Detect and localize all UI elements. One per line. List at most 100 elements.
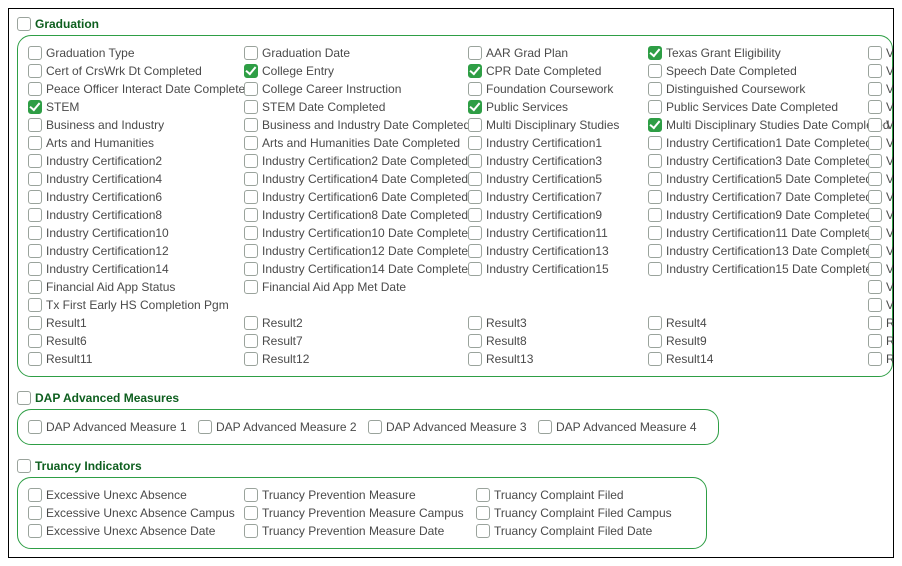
checkbox-r14[interactable]	[648, 352, 662, 366]
checkbox-bidc[interactable]	[244, 118, 258, 132]
checkbox-ic9dc[interactable]	[648, 208, 662, 222]
checkbox-graduation-all[interactable]	[17, 17, 31, 31]
checkbox-v12[interactable]	[868, 244, 882, 258]
checkbox-v13[interactable]	[868, 262, 882, 276]
checkbox-tcfc[interactable]	[476, 506, 490, 520]
checkbox-dap4[interactable]	[538, 420, 552, 434]
checkbox-r1[interactable]	[28, 316, 42, 330]
checkbox-ic5dc[interactable]	[648, 172, 662, 186]
checkbox-speech[interactable]	[648, 64, 662, 78]
checkbox-r4[interactable]	[648, 316, 662, 330]
checkbox-ic8dc[interactable]	[244, 208, 258, 222]
checkbox-grad_date[interactable]	[244, 46, 258, 60]
checkbox-ic6dc[interactable]	[244, 190, 258, 204]
checkbox-ic3dc[interactable]	[648, 154, 662, 168]
checkbox-ic2[interactable]	[28, 154, 42, 168]
checkbox-aar[interactable]	[468, 46, 482, 60]
checkbox-truancy-all[interactable]	[17, 459, 31, 473]
checkbox-ic2dc[interactable]	[244, 154, 258, 168]
checkbox-ic14dc[interactable]	[244, 262, 258, 276]
checkbox-ic7[interactable]	[468, 190, 482, 204]
checkbox-ah[interactable]	[28, 136, 42, 150]
checkbox-pubserv[interactable]	[468, 100, 482, 114]
checkbox-v3[interactable]	[868, 82, 882, 96]
checkbox-ic15[interactable]	[468, 262, 482, 276]
checkbox-tcfd[interactable]	[476, 524, 490, 538]
checkbox-ic3[interactable]	[468, 154, 482, 168]
checkbox-r13[interactable]	[468, 352, 482, 366]
checkbox-faam[interactable]	[244, 280, 258, 294]
checkbox-v15[interactable]	[868, 298, 882, 312]
checkbox-peace[interactable]	[28, 82, 42, 96]
checkbox-r6[interactable]	[28, 334, 42, 348]
checkbox-ic12dc[interactable]	[244, 244, 258, 258]
checkbox-v14[interactable]	[868, 280, 882, 294]
checkbox-dap1[interactable]	[28, 420, 42, 434]
checkbox-ic1[interactable]	[468, 136, 482, 150]
checkbox-tpm[interactable]	[244, 488, 258, 502]
checkbox-v2[interactable]	[868, 64, 882, 78]
checkbox-ic15dc[interactable]	[648, 262, 662, 276]
checkbox-r8[interactable]	[468, 334, 482, 348]
checkbox-r9[interactable]	[648, 334, 662, 348]
checkbox-ic10[interactable]	[28, 226, 42, 240]
checkbox-cpr[interactable]	[468, 64, 482, 78]
checkbox-v1[interactable]	[868, 46, 882, 60]
checkbox-v11[interactable]	[868, 226, 882, 240]
checkbox-dap2[interactable]	[198, 420, 212, 434]
checkbox-v10[interactable]	[868, 208, 882, 222]
checkbox-ic1dc[interactable]	[648, 136, 662, 150]
checkbox-ic10dc[interactable]	[244, 226, 258, 240]
checkbox-r12[interactable]	[244, 352, 258, 366]
checkbox-ic4[interactable]	[28, 172, 42, 186]
checkbox-dap-all[interactable]	[17, 391, 31, 405]
checkbox-v5[interactable]	[868, 118, 882, 132]
checkbox-mdsdc[interactable]	[648, 118, 662, 132]
checkbox-ic14[interactable]	[28, 262, 42, 276]
checkbox-ic8[interactable]	[28, 208, 42, 222]
checkbox-r3[interactable]	[468, 316, 482, 330]
checkbox-euad[interactable]	[28, 524, 42, 538]
checkbox-ic5[interactable]	[468, 172, 482, 186]
checkbox-tcf[interactable]	[476, 488, 490, 502]
checkbox-ahdc[interactable]	[244, 136, 258, 150]
checkbox-r10[interactable]	[868, 334, 882, 348]
checkbox-pubservdc[interactable]	[648, 100, 662, 114]
checkbox-stemdc[interactable]	[244, 100, 258, 114]
checkbox-euac[interactable]	[28, 506, 42, 520]
checkbox-stem[interactable]	[28, 100, 42, 114]
checkbox-ic13[interactable]	[468, 244, 482, 258]
checkbox-ic12[interactable]	[28, 244, 42, 258]
checkbox-r15[interactable]	[868, 352, 882, 366]
checkbox-crswrk[interactable]	[28, 64, 42, 78]
checkbox-found[interactable]	[468, 82, 482, 96]
checkbox-r5[interactable]	[868, 316, 882, 330]
checkbox-r2[interactable]	[244, 316, 258, 330]
checkbox-r7[interactable]	[244, 334, 258, 348]
checkbox-faa[interactable]	[28, 280, 42, 294]
checkbox-tx_grant[interactable]	[648, 46, 662, 60]
checkbox-grad_type[interactable]	[28, 46, 42, 60]
checkbox-v8[interactable]	[868, 172, 882, 186]
checkbox-v9[interactable]	[868, 190, 882, 204]
checkbox-txfe[interactable]	[28, 298, 42, 312]
checkbox-mds[interactable]	[468, 118, 482, 132]
checkbox-ic11dc[interactable]	[648, 226, 662, 240]
checkbox-ic4dc[interactable]	[244, 172, 258, 186]
checkbox-ic11[interactable]	[468, 226, 482, 240]
checkbox-tpmd[interactable]	[244, 524, 258, 538]
checkbox-college_entry[interactable]	[244, 64, 258, 78]
checkbox-tpmc[interactable]	[244, 506, 258, 520]
checkbox-cci[interactable]	[244, 82, 258, 96]
checkbox-v6[interactable]	[868, 136, 882, 150]
checkbox-bi[interactable]	[28, 118, 42, 132]
checkbox-v7[interactable]	[868, 154, 882, 168]
checkbox-ic9[interactable]	[468, 208, 482, 222]
checkbox-v4[interactable]	[868, 100, 882, 114]
checkbox-ic7dc[interactable]	[648, 190, 662, 204]
checkbox-eua[interactable]	[28, 488, 42, 502]
checkbox-dap3[interactable]	[368, 420, 382, 434]
checkbox-r11[interactable]	[28, 352, 42, 366]
checkbox-ic13dc[interactable]	[648, 244, 662, 258]
checkbox-ic6[interactable]	[28, 190, 42, 204]
